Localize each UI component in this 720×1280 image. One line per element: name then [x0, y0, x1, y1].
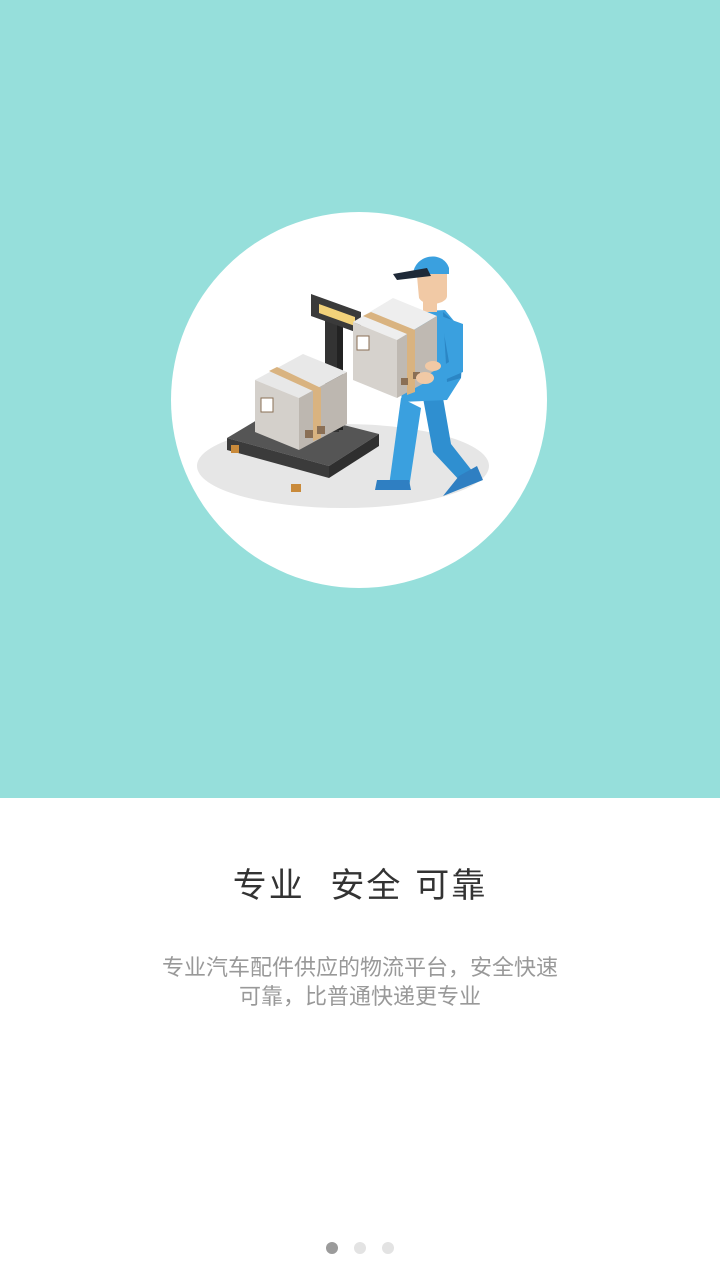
onboarding-screen: 专业 安全 可靠 专业汽车配件供应的物流平台，安全快速 可靠，比普通快递更专业 [0, 0, 720, 1280]
description-line-2: 可靠，比普通快递更专业 [238, 985, 481, 1010]
delivery-worker-illustration-icon [197, 256, 489, 508]
page-dot-3[interactable] [382, 1242, 394, 1254]
onboarding-title: 专业 安全 可靠 [232, 866, 488, 906]
hero-banner [0, 0, 720, 798]
page-indicator [0, 1242, 720, 1254]
illustration-circle [171, 212, 547, 588]
onboarding-description: 专业汽车配件供应的物流平台，安全快速 可靠，比普通快递更专业 [120, 954, 600, 1012]
page-dot-2[interactable] [354, 1242, 366, 1254]
description-line-1: 专业汽车配件供应的物流平台，安全快速 [161, 956, 558, 981]
page-dot-1[interactable] [326, 1242, 338, 1254]
